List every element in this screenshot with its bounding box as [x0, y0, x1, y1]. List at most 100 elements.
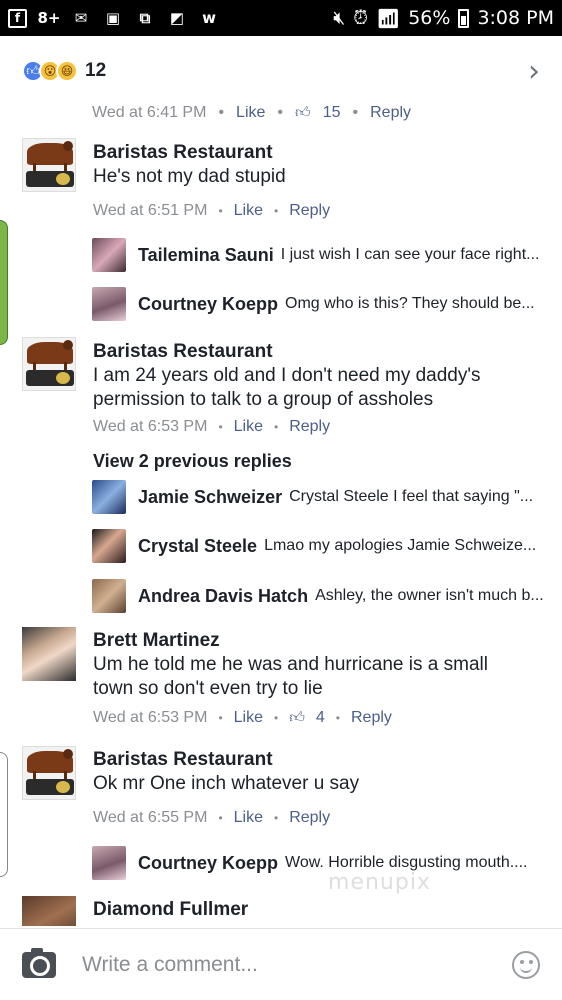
facebook-icon: f — [8, 8, 27, 28]
separator-dot: • — [277, 106, 284, 121]
mute-icon: 🔇︎ — [333, 7, 346, 29]
comment-meta: Wed at 6:53 PM • Like • Reply — [93, 418, 330, 436]
watermark: menupix — [328, 870, 431, 895]
separator-dot: • — [274, 710, 279, 725]
chevron-right-icon[interactable]: › — [528, 54, 540, 89]
separator-dot: • — [274, 811, 279, 825]
thumbs-up-icon: 👍︎ — [289, 708, 305, 726]
avatar[interactable] — [22, 138, 76, 192]
reply-item[interactable]: Jamie Schweizer Crystal Steele I feel th… — [92, 479, 552, 515]
google-plus-icon: 8+ — [37, 9, 61, 27]
comment-list[interactable]: Wed at 6:41 PM • Like • 👍︎ 15 • Reply Ba… — [0, 106, 562, 926]
separator-dot: • — [218, 811, 223, 825]
reaction-count: 12 — [85, 60, 107, 81]
comment-meta: Wed at 6:41 PM • Like • 👍︎ 15 • Reply — [92, 106, 411, 122]
reply-author[interactable]: Crystal Steele — [138, 536, 257, 557]
wifi-icon: 📶︎ — [376, 7, 401, 30]
avatar[interactable] — [92, 529, 126, 563]
avatar[interactable] — [22, 746, 76, 800]
comment-text: Um he told me he was and hurricane is a … — [93, 654, 488, 699]
reply-link[interactable]: Reply — [289, 202, 330, 220]
logo-plate — [26, 779, 74, 795]
avatar[interactable] — [22, 627, 76, 681]
commenter-name[interactable]: Baristas Restaurant — [93, 341, 273, 363]
commenter-name[interactable]: Diamond Fullmer — [93, 899, 248, 921]
camera-icon[interactable] — [22, 947, 56, 978]
alarm-icon: ⏰︎ — [353, 7, 369, 29]
reply-author[interactable]: Courtney Koepp — [138, 853, 278, 874]
avatar[interactable] — [22, 896, 76, 926]
comments-sheet: 👍︎ 😮︎ 😆︎ 12 › Wed at 6:41 PM • Like • 👍︎… — [0, 36, 562, 1000]
avatar[interactable] — [92, 846, 126, 880]
image-icon: ▣ — [105, 9, 121, 27]
edge-panel-handle-secondary[interactable] — [0, 752, 8, 877]
reaction-icons[interactable]: 👍︎ 😮︎ 😆︎ — [22, 60, 78, 82]
reply-author[interactable]: Andrea Davis Hatch — [138, 586, 308, 607]
like-link[interactable]: Like — [234, 202, 263, 220]
separator-dot: • — [274, 420, 279, 434]
notification-icons: f 8+ ✉ ▣ ⧉ ◩ w — [8, 8, 219, 28]
cow-head — [63, 141, 73, 151]
comment-time: Wed at 6:55 PM — [93, 809, 208, 826]
cow-legs — [33, 362, 67, 370]
comment-text: He's not my dad stupid — [93, 166, 286, 187]
avatar[interactable] — [92, 480, 126, 514]
separator-dot: • — [218, 106, 225, 121]
clock: 3:08 PM — [477, 7, 554, 29]
comment-time: Wed at 6:53 PM — [93, 418, 208, 435]
reactions-header[interactable]: 👍︎ 😮︎ 😆︎ 12 › — [0, 36, 562, 106]
reply-link[interactable]: Reply — [289, 418, 330, 436]
comment-input[interactable]: Write a comment... — [82, 953, 258, 977]
comment-meta: Wed at 6:51 PM • Like • Reply — [93, 202, 330, 220]
mail-icon: ✉ — [74, 9, 88, 27]
edge-panel-handle[interactable] — [0, 220, 8, 345]
reply-link[interactable]: Reply — [370, 106, 411, 122]
reply-snippet: I just wish I can see your face right... — [280, 246, 540, 263]
avatar[interactable] — [92, 238, 126, 272]
reply-item[interactable]: Courtney Koepp Omg who is this? They sho… — [92, 286, 552, 322]
reply-author[interactable]: Tailemina Sauni — [138, 245, 274, 266]
separator-dot: • — [335, 710, 340, 725]
avatar[interactable] — [22, 337, 76, 391]
comment-composer: Write a comment... — [0, 928, 562, 1000]
commenter-name[interactable]: Brett Martinez — [93, 630, 220, 652]
like-link[interactable]: Like — [234, 418, 263, 436]
reply-item[interactable]: Andrea Davis Hatch Ashley, the owner isn… — [92, 578, 552, 614]
view-previous-replies-link[interactable]: View 2 previous replies — [93, 451, 292, 472]
commenter-name[interactable]: Baristas Restaurant — [93, 749, 273, 771]
system-icons: 🔇︎ ⏰︎ 📶︎ 56% 3:08 PM — [333, 7, 554, 30]
reply-item[interactable]: Courtney Koepp Wow. Horrible disgusting … — [92, 845, 552, 881]
separator-dot: • — [352, 106, 359, 121]
battery-icon — [458, 8, 470, 28]
haha-reaction-icon: 😆︎ — [56, 60, 78, 82]
separator-dot: • — [218, 204, 223, 218]
reply-author[interactable]: Jamie Schweizer — [138, 487, 282, 508]
reply-snippet: Omg who is this? They should be... — [285, 295, 535, 312]
avatar[interactable] — [92, 579, 126, 613]
reply-item[interactable]: Crystal Steele Lmao my apologies Jamie S… — [92, 528, 552, 564]
comment-time: Wed at 6:41 PM — [92, 106, 207, 121]
like-link[interactable]: Like — [234, 709, 263, 727]
reply-item[interactable]: Tailemina Sauni I just wish I can see yo… — [92, 237, 552, 273]
gallery-icon: ⧉ — [139, 9, 151, 27]
battery-percent: 56% — [408, 7, 451, 29]
w-app-icon: w — [202, 9, 216, 27]
status-bar: f 8+ ✉ ▣ ⧉ ◩ w 🔇︎ ⏰︎ 📶︎ 56% 3:08 PM — [0, 0, 562, 36]
like-count: 4 — [315, 708, 325, 726]
reply-snippet: Lmao my apologies Jamie Schweize... — [264, 537, 537, 554]
thumbs-up-icon: 👍︎ — [295, 106, 311, 121]
like-link[interactable]: Like — [234, 809, 263, 827]
separator-dot: • — [218, 710, 223, 725]
smiley-icon[interactable] — [512, 950, 540, 979]
reply-link[interactable]: Reply — [351, 709, 392, 727]
like-link[interactable]: Like — [236, 106, 265, 122]
reply-link[interactable]: Reply — [289, 809, 330, 827]
photo-icon: ◩ — [169, 9, 185, 27]
comment-meta: Wed at 6:53 PM • Like • 👍︎ 4 • Reply — [93, 708, 392, 727]
avatar[interactable] — [92, 287, 126, 321]
reply-author[interactable]: Courtney Koepp — [138, 294, 278, 315]
comment-time: Wed at 6:51 PM — [93, 202, 208, 219]
commenter-name[interactable]: Baristas Restaurant — [93, 142, 273, 164]
logo-plate — [26, 370, 74, 386]
cow-legs — [33, 163, 67, 171]
